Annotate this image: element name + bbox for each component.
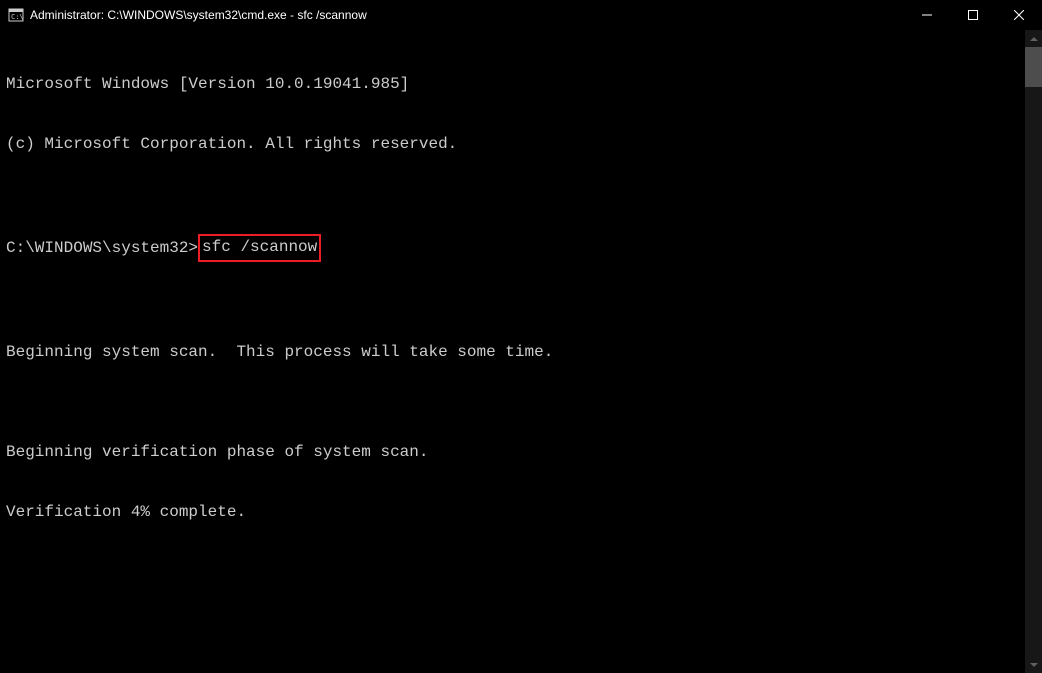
command-highlight: sfc /scannow: [198, 234, 321, 262]
output-line: Beginning system scan. This process will…: [6, 342, 1019, 362]
output-line: Microsoft Windows [Version 10.0.19041.98…: [6, 74, 1019, 94]
scroll-track[interactable]: [1025, 47, 1042, 656]
scroll-down-arrow[interactable]: [1025, 656, 1042, 673]
cmd-icon: C:\: [8, 7, 24, 23]
window-title: Administrator: C:\WINDOWS\system32\cmd.e…: [30, 8, 367, 22]
terminal-area: Microsoft Windows [Version 10.0.19041.98…: [0, 30, 1042, 673]
svg-text:C:\: C:\: [11, 13, 24, 21]
minimize-button[interactable]: [904, 0, 950, 30]
output-line: Verification 4% complete.: [6, 502, 1019, 522]
prompt-text: C:\WINDOWS\system32>: [6, 238, 198, 258]
prompt-line: C:\WINDOWS\system32>sfc /scannow: [6, 234, 1019, 262]
output-line: (c) Microsoft Corporation. All rights re…: [6, 134, 1019, 154]
maximize-button[interactable]: [950, 0, 996, 30]
window-controls: [904, 0, 1042, 29]
close-button[interactable]: [996, 0, 1042, 30]
terminal-content[interactable]: Microsoft Windows [Version 10.0.19041.98…: [0, 30, 1025, 673]
scroll-up-arrow[interactable]: [1025, 30, 1042, 47]
titlebar-left: C:\ Administrator: C:\WINDOWS\system32\c…: [8, 7, 367, 23]
titlebar[interactable]: C:\ Administrator: C:\WINDOWS\system32\c…: [0, 0, 1042, 30]
scroll-thumb[interactable]: [1025, 47, 1042, 87]
scrollbar[interactable]: [1025, 30, 1042, 673]
command-text: sfc /scannow: [202, 238, 317, 256]
output-line: Beginning verification phase of system s…: [6, 442, 1019, 462]
